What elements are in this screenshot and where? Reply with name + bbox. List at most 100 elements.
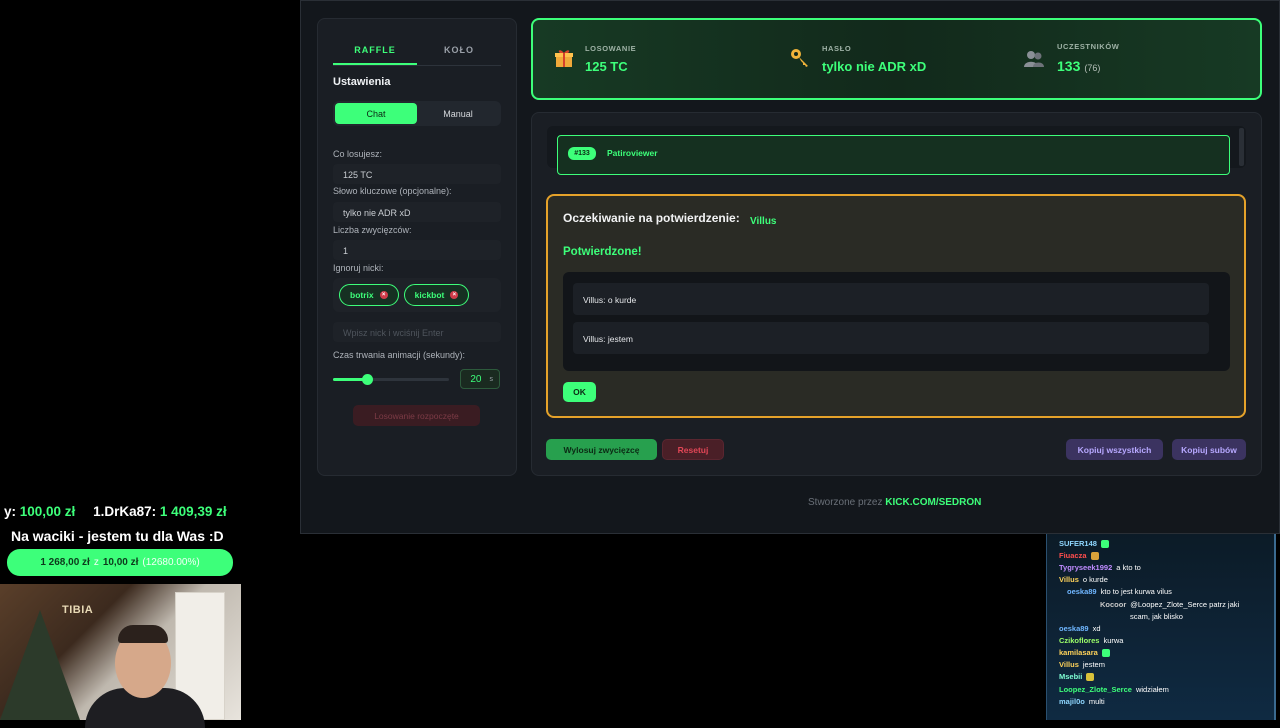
stream-chat: SUFER148 Fiuacza Tygryseek1992 a kto to V… — [1046, 534, 1276, 720]
draw-value: 125 TC — [585, 59, 628, 74]
chat-username: Kocoor — [1100, 600, 1127, 609]
remove-nick-icon[interactable]: × — [379, 291, 388, 299]
top-donors: y: 100,00 zł 1.DrKa87: 1 409,39 zł — [4, 504, 227, 519]
password-value: tylko nie ADR xD — [822, 59, 927, 74]
streamer-hair — [118, 625, 168, 643]
sticker-icon — [1090, 552, 1099, 561]
footer-link[interactable]: KICK.COM/SEDRON — [885, 497, 981, 508]
password-label: HASŁO — [822, 44, 852, 53]
chat-message: Villus jestem — [1059, 660, 1105, 669]
chat-username: SUFER148 — [1059, 539, 1097, 548]
nick-chip-botrix: botrix × — [339, 284, 399, 306]
chat-text: multi — [1088, 697, 1105, 706]
donor-amount: 1 409,39 zł — [159, 504, 227, 519]
duration-value: 20 — [470, 373, 482, 385]
chat-message: SUFER148 — [1059, 539, 1109, 549]
donor-name: y: — [4, 504, 20, 519]
chat-username: Villus — [1059, 660, 1079, 669]
nick-chip-label: kickbot — [414, 290, 445, 300]
users-icon — [1024, 50, 1044, 73]
chat-text: kto to jest kurwa vilus — [1100, 587, 1172, 596]
chat-text: widziałem — [1135, 685, 1169, 694]
goal-percent: (12680.00%) — [142, 557, 200, 568]
chat-text: jestem — [1082, 660, 1105, 669]
prize-label: Co losujesz: — [333, 149, 383, 159]
keyword-field[interactable]: tylko nie ADR xD — [333, 202, 501, 222]
draw-label: LOSOWANIE — [585, 44, 637, 53]
goal-separator: z — [93, 557, 99, 568]
duration-input[interactable]: 20 s — [460, 369, 500, 389]
tibia-logo: TIBIA — [62, 604, 94, 616]
nick-input[interactable]: Wpisz nick i wciśnij Enter — [333, 322, 501, 342]
keyword-label: Słowo kluczowe (opcjonalne): — [333, 186, 452, 196]
participants-unique: (76) — [1084, 63, 1101, 73]
chat-message: Fiuacza — [1059, 551, 1099, 561]
settings-title: Ustawienia — [333, 76, 391, 88]
participant-number-badge: #133 — [568, 147, 596, 160]
donation-goal-bar: 1 268,00 zł z 10,00 zł (12680.00%) — [7, 549, 233, 576]
chat-message: oeska89 xd — [1059, 624, 1101, 633]
chat-username: Villus — [1059, 575, 1079, 584]
christmas-tree — [0, 610, 80, 720]
donation-goal-title: Na waciki - jestem tu dla Was :D — [11, 528, 224, 544]
nick-chip-label: botrix — [350, 290, 374, 300]
chat-message: majil0o multi — [1059, 697, 1105, 706]
chat-message: Czikoflores kurwa — [1059, 636, 1123, 645]
chat-username: Czikoflores — [1059, 636, 1100, 645]
chat-message: scam, jak blisko — [1130, 612, 1183, 621]
winners-count-field[interactable]: 1 — [333, 240, 501, 260]
gift-icon — [554, 48, 574, 73]
source-toggle: Chat Manual — [333, 101, 501, 126]
chat-text: a kto to — [1116, 563, 1141, 572]
chat-text: kurwa — [1103, 636, 1124, 645]
goal-progress: 1 268,00 zł — [40, 557, 90, 568]
nick-chip-kickbot: kickbot × — [403, 284, 470, 306]
sticker-icon — [1086, 673, 1095, 682]
mode-tabs: RAFFLE KOŁO — [333, 42, 501, 66]
tab-raffle[interactable]: RAFFLE — [333, 42, 417, 65]
participants-scrollbar[interactable] — [1239, 128, 1244, 166]
chat-username: Fiuacza — [1059, 551, 1087, 560]
goal-target: 10,00 zł — [102, 557, 139, 568]
donor-name: 1.DrKa87: — [93, 504, 160, 519]
donor-amount: 100,00 zł — [19, 504, 76, 519]
reset-button[interactable]: Resetuj — [662, 439, 724, 460]
participants-label: UCZESTNIKÓW — [1057, 42, 1120, 51]
remove-nick-icon[interactable]: × — [450, 291, 459, 299]
footer-credit: Stworzone przez KICK.COM/SEDRON — [808, 497, 981, 508]
copy-all-button[interactable]: Kopiuj wszystkich — [1066, 439, 1163, 460]
chat-text: xd — [1092, 624, 1101, 633]
draw-winner-button[interactable]: Wylosuj zwycięzcę — [546, 439, 657, 460]
chat-username: Tygryseek1992 — [1059, 563, 1113, 572]
key-icon — [790, 48, 810, 73]
chat-message: Villus o kurde — [1059, 575, 1108, 584]
chat-username: majil0o — [1059, 697, 1085, 706]
sticker-icon — [1101, 649, 1110, 658]
participants-count: 133 (76) — [1057, 58, 1100, 74]
copy-subs-button[interactable]: Kopiuj subów — [1172, 439, 1246, 460]
chat-username: Loopez_Zlote_Serce — [1059, 685, 1132, 694]
sticker-icon — [1100, 540, 1109, 549]
manual-mode-button[interactable]: Manual — [417, 103, 499, 124]
chat-message: kamilasara — [1059, 648, 1110, 658]
chat-text: @Loopez_Zlote_Serce patrz jaki — [1130, 600, 1240, 609]
chat-text: scam, jak blisko — [1130, 612, 1183, 621]
chat-message: oeska89 kto to jest kurwa vilus — [1067, 587, 1172, 596]
tab-wheel[interactable]: KOŁO — [417, 42, 501, 65]
chat-mode-button[interactable]: Chat — [335, 103, 417, 124]
ok-button[interactable]: OK — [563, 382, 596, 402]
duration-slider-thumb[interactable] — [362, 374, 373, 385]
chat-username: oeska89 — [1067, 587, 1097, 596]
winner-name: Villus — [750, 216, 777, 227]
ignored-nicks-list: botrix × kickbot × — [333, 278, 501, 312]
prize-field[interactable]: 125 TC — [333, 164, 501, 184]
chat-message: Loopez_Zlote_Serce widziałem — [1059, 685, 1169, 694]
winners-label: Liczba zwycięzców: — [333, 225, 412, 235]
chat-message: Kocoor @Loopez_Zlote_Serce patrz jaki — [1100, 600, 1239, 609]
chat-username: Msebii — [1059, 672, 1083, 681]
participant-name: Patiroviewer — [607, 148, 658, 158]
participants-value: 133 — [1057, 58, 1081, 74]
chat-username: kamilasara — [1059, 648, 1098, 657]
confirmed-status: Potwierdzone! — [563, 246, 642, 258]
raffle-started-button[interactable]: Losowanie rozpoczęte — [353, 405, 480, 426]
